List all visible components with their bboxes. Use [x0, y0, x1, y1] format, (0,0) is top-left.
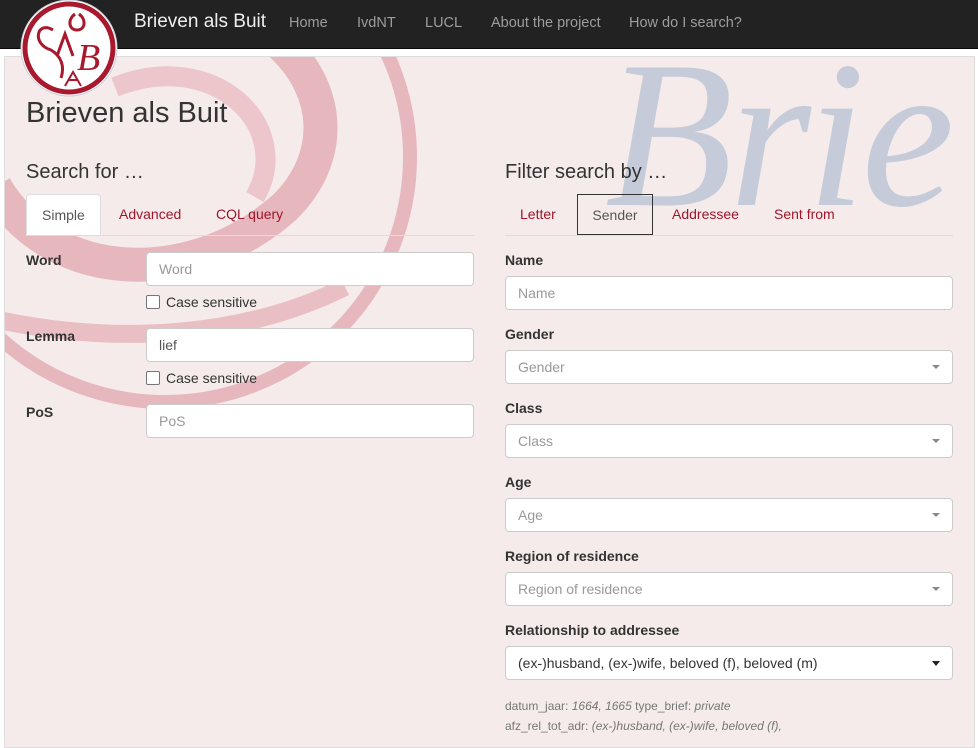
summary-key: datum_jaar: — [505, 699, 569, 713]
summary-key: afz_rel_tot_adr: — [505, 719, 589, 733]
name-input[interactable]: Name — [505, 276, 953, 310]
tab-advanced[interactable]: Advanced — [104, 194, 196, 235]
word-label: Word — [26, 252, 62, 268]
tab-sent-from[interactable]: Sent from — [759, 194, 850, 235]
region-select-value: Region of residence — [518, 581, 643, 597]
relationship-select-value: (ex-)husband, (ex-)wife, beloved (f), be… — [518, 655, 818, 671]
gender-label: Gender — [505, 326, 555, 342]
main-panel: Brie Brieven als Buit Search for … Simpl… — [4, 56, 975, 748]
navbar: Brieven als Buit Home IvdNT LUCL About t… — [0, 0, 978, 49]
gender-select[interactable]: Gender — [505, 350, 953, 384]
class-label: Class — [505, 400, 543, 416]
pos-label: PoS — [26, 404, 54, 420]
region-select[interactable]: Region of residence — [505, 572, 953, 606]
filter-summary-line-1: datum_jaar: 1664, 1665 type_brief: priva… — [505, 699, 731, 713]
tab-addressee[interactable]: Addressee — [657, 194, 754, 235]
lemma-input[interactable]: lief — [146, 328, 474, 362]
lemma-label: Lemma — [26, 328, 76, 344]
lemma-case-label: Case sensitive — [166, 370, 258, 386]
class-select-value: Class — [518, 433, 554, 449]
word-case-sensitive[interactable]: Case sensitive — [146, 294, 257, 310]
age-select-value: Age — [518, 507, 543, 523]
gender-select-value: Gender — [518, 359, 565, 375]
nav-link-lucl[interactable]: LUCL — [425, 15, 462, 31]
age-select[interactable]: Age — [505, 498, 953, 532]
search-heading: Search for … — [26, 161, 144, 183]
page-title: Brieven als Buit — [26, 97, 228, 129]
summary-key: type_brief: — [635, 699, 692, 713]
word-case-label: Case sensitive — [166, 294, 258, 310]
chevron-down-icon — [932, 513, 940, 517]
summary-value: private — [694, 699, 731, 713]
nav-link-how-to-search[interactable]: How do I search? — [629, 15, 742, 31]
age-label: Age — [505, 474, 532, 490]
class-select[interactable]: Class — [505, 424, 953, 458]
filter-heading: Filter search by … — [505, 161, 668, 183]
summary-value: 1664, 1665 — [571, 699, 632, 713]
logo[interactable]: B — [17, 0, 121, 98]
chevron-down-icon — [932, 661, 940, 666]
relationship-select[interactable]: (ex-)husband, (ex-)wife, beloved (f), be… — [505, 646, 953, 680]
tab-cql-query[interactable]: CQL query — [201, 194, 298, 235]
chevron-down-icon — [932, 587, 940, 591]
tab-simple[interactable]: Simple — [26, 194, 101, 235]
pos-input[interactable]: PoS — [146, 404, 474, 438]
relationship-label: Relationship to addressee — [505, 622, 680, 638]
name-label: Name — [505, 252, 544, 268]
nav-link-home[interactable]: Home — [289, 15, 328, 31]
lemma-case-checkbox[interactable] — [146, 371, 160, 385]
word-case-checkbox[interactable] — [146, 295, 160, 309]
nav-link-about[interactable]: About the project — [491, 15, 601, 31]
navbar-brand[interactable]: Brieven als Buit — [134, 11, 266, 33]
lemma-case-sensitive[interactable]: Case sensitive — [146, 370, 257, 386]
summary-value: (ex-)husband, (ex-)wife, beloved (f), — [591, 719, 782, 733]
word-input[interactable]: Word — [146, 252, 474, 286]
filter-summary-line-2: afz_rel_tot_adr: (ex-)husband, (ex-)wife… — [505, 719, 782, 733]
svg-text:B: B — [77, 37, 100, 79]
filter-tabs: Letter Sender Addressee Sent from — [505, 194, 953, 236]
tab-sender[interactable]: Sender — [577, 194, 653, 235]
chevron-down-icon — [932, 365, 940, 369]
nav-link-ivdnt[interactable]: IvdNT — [357, 15, 396, 31]
region-label: Region of residence — [505, 548, 639, 564]
chevron-down-icon — [932, 439, 940, 443]
search-tabs: Simple Advanced CQL query — [26, 194, 474, 236]
tab-letter[interactable]: Letter — [505, 194, 571, 235]
